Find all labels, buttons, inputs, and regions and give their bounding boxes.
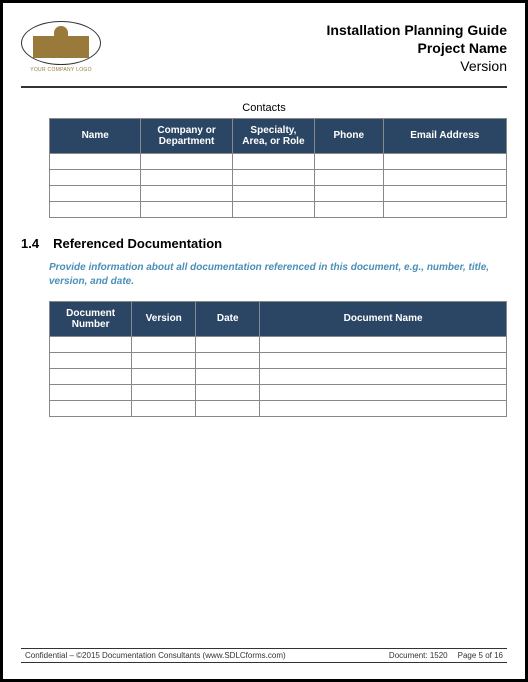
col-name: Name: [50, 118, 141, 153]
table-row: [50, 384, 507, 400]
section-number: 1.4: [21, 236, 39, 251]
table-row: [50, 201, 507, 217]
footer-page-number: Page 5 of 16: [458, 651, 503, 660]
table-row: [50, 185, 507, 201]
section-title: Referenced Documentation: [53, 236, 222, 251]
footer-document-id: Document: 1520: [389, 651, 448, 660]
col-doc-name: Document Name: [260, 301, 507, 336]
logo-container: YOUR COMPANY LOGO: [21, 21, 101, 73]
contacts-table: Name Company or Department Specialty, Ar…: [49, 118, 507, 218]
documentation-table: Document Number Version Date Document Na…: [49, 301, 507, 417]
table-row: [50, 368, 507, 384]
instruction-text: Provide information about all documentat…: [49, 261, 507, 289]
version-label: Version: [327, 57, 507, 75]
contacts-title: Contacts: [21, 102, 507, 114]
col-email: Email Address: [383, 118, 506, 153]
col-doc-number: Document Number: [50, 301, 132, 336]
table-header-row: Name Company or Department Specialty, Ar…: [50, 118, 507, 153]
section-heading: 1.4 Referenced Documentation: [21, 236, 507, 251]
footer-confidential: Confidential – ©2015 Documentation Consu…: [25, 651, 379, 660]
col-doc-date: Date: [196, 301, 260, 336]
page-footer: Confidential – ©2015 Documentation Consu…: [21, 648, 507, 663]
project-name: Project Name: [327, 39, 507, 57]
logo-caption: YOUR COMPANY LOGO: [30, 67, 92, 73]
table-row: [50, 169, 507, 185]
table-header-row: Document Number Version Date Document Na…: [50, 301, 507, 336]
title-block: Installation Planning Guide Project Name…: [327, 21, 507, 76]
table-row: [50, 400, 507, 416]
table-row: [50, 153, 507, 169]
col-company: Company or Department: [141, 118, 232, 153]
header-rule: [21, 86, 507, 88]
page-header: YOUR COMPANY LOGO Installation Planning …: [21, 21, 507, 76]
table-row: [50, 336, 507, 352]
table-row: [50, 352, 507, 368]
col-phone: Phone: [315, 118, 384, 153]
doc-title: Installation Planning Guide: [327, 21, 507, 39]
company-logo-icon: [21, 21, 101, 65]
col-specialty: Specialty, Area, or Role: [232, 118, 314, 153]
col-doc-version: Version: [132, 301, 196, 336]
document-page: YOUR COMPANY LOGO Installation Planning …: [3, 3, 525, 679]
